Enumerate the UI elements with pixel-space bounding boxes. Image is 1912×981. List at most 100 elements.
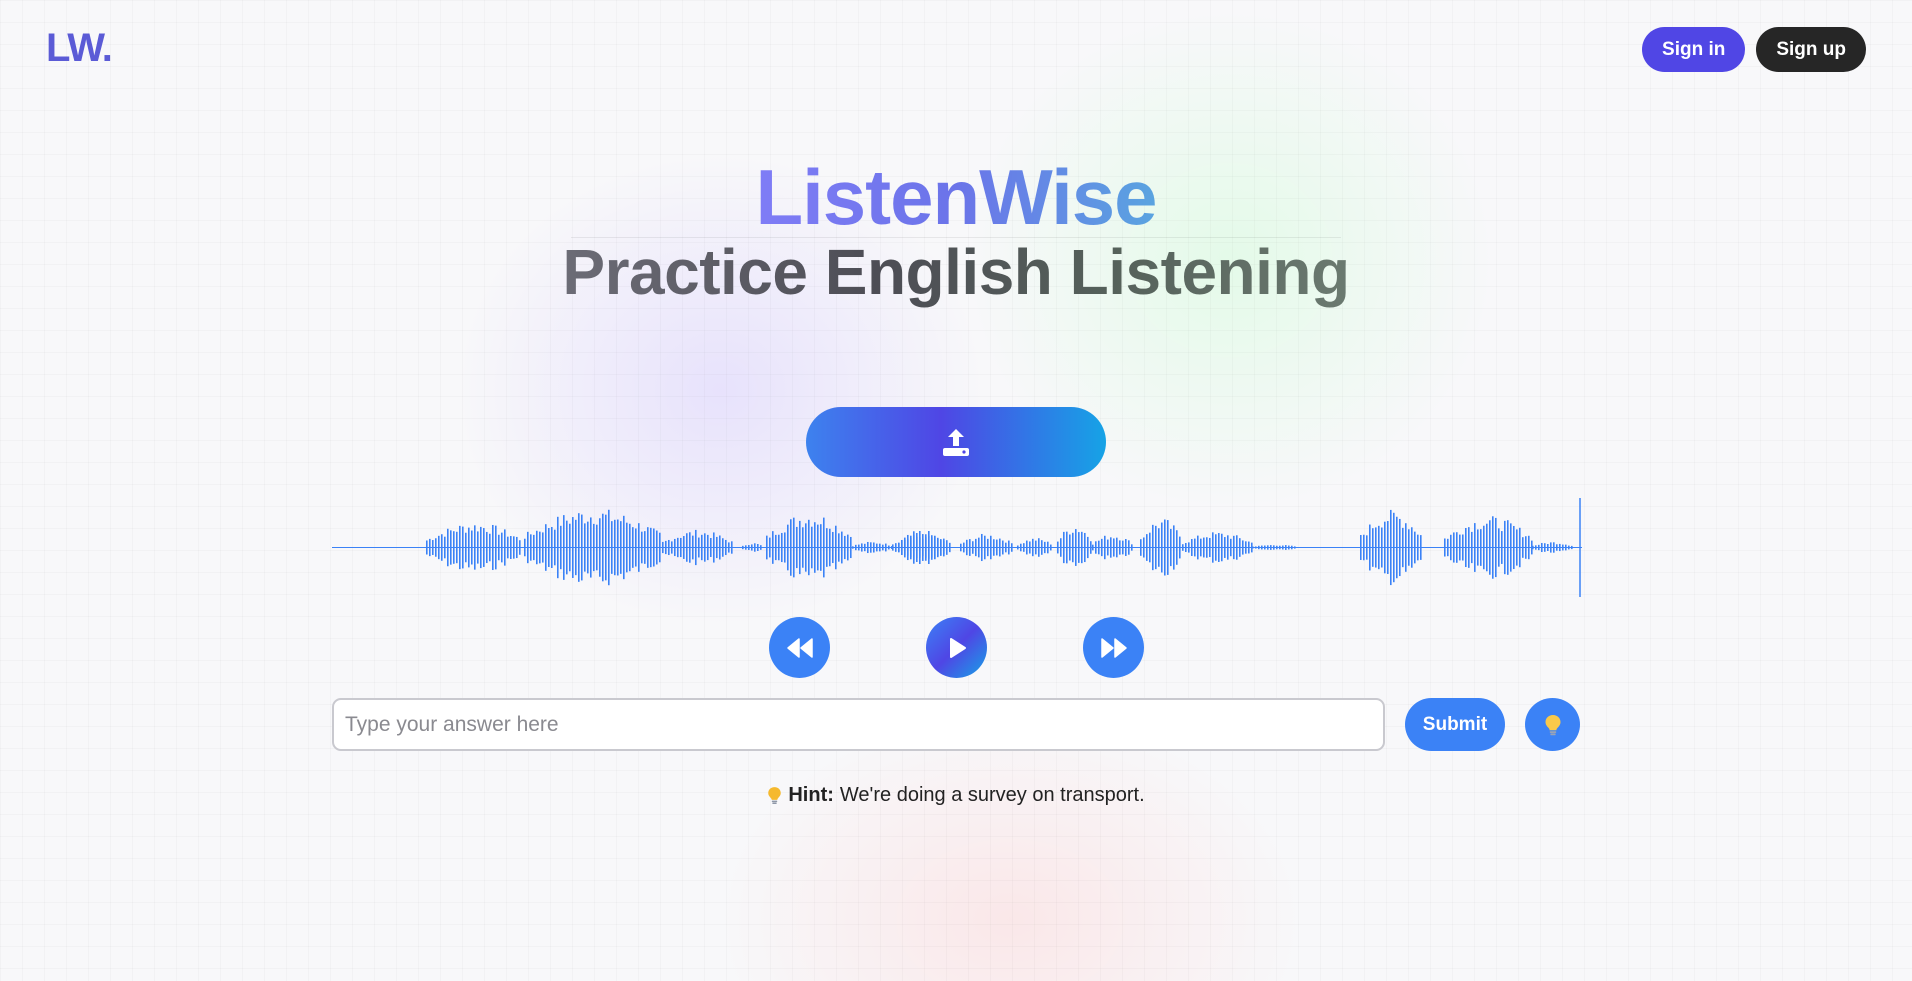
waveform-bar	[1486, 523, 1488, 572]
waveform-bar	[1489, 520, 1491, 575]
waveform-bar	[477, 531, 479, 564]
waveform-bar	[719, 535, 721, 560]
waveform-bar	[581, 514, 583, 581]
waveform-bar	[468, 527, 470, 568]
waveform-bar	[1378, 525, 1380, 570]
waveform-bar	[486, 531, 488, 564]
waveform-bar	[1528, 535, 1530, 560]
waveform-bar	[713, 532, 715, 563]
waveform-bar	[1107, 539, 1109, 556]
waveform-bar	[1453, 532, 1455, 563]
waveform-bar	[1087, 536, 1089, 559]
waveform-bar	[760, 545, 762, 550]
waveform-bar	[888, 545, 890, 550]
play-button[interactable]	[926, 617, 987, 678]
waveform-bar	[928, 531, 930, 564]
waveform-bar	[438, 535, 440, 560]
waveform-bar	[814, 522, 816, 573]
waveform-bar	[1060, 538, 1062, 557]
waveform-bar	[1270, 545, 1272, 550]
waveform-bar	[1179, 536, 1181, 559]
waveform-bar	[799, 520, 801, 575]
fast-forward-button[interactable]	[1083, 617, 1144, 678]
waveform-bar	[1501, 531, 1503, 564]
waveform-bar	[731, 541, 733, 554]
waveform-bar	[990, 535, 992, 560]
waveform-bar	[1369, 524, 1371, 571]
waveform-bar	[925, 537, 927, 558]
waveform-bar	[1188, 542, 1190, 553]
submit-button[interactable]: Submit	[1405, 698, 1505, 751]
waveform-bar	[593, 523, 595, 572]
waveform-bar	[539, 531, 541, 564]
waveform-bar	[916, 533, 918, 562]
waveform-bar	[698, 537, 700, 558]
waveform-bar	[898, 542, 900, 553]
waveform-bar	[1396, 516, 1398, 579]
waveform-bar	[1101, 538, 1103, 557]
waveform-bar	[1384, 521, 1386, 574]
waveform-bar	[1200, 538, 1202, 557]
waveform-bar	[1273, 545, 1275, 550]
waveform-bar	[1553, 542, 1555, 553]
waveform-bar	[1078, 532, 1080, 563]
waveform-bar	[677, 537, 679, 558]
waveform-bar	[1381, 527, 1383, 568]
waveform-bar	[1050, 544, 1052, 551]
audio-waveform[interactable]	[332, 495, 1582, 600]
waveform-bar	[949, 542, 951, 553]
waveform-bar	[1519, 527, 1521, 568]
waveform-bar	[805, 523, 807, 572]
hint-button[interactable]	[1525, 698, 1580, 751]
upload-button[interactable]	[806, 407, 1106, 477]
lightbulb-icon	[1545, 714, 1560, 735]
waveform-bar	[1417, 534, 1419, 561]
waveform-bar	[689, 532, 691, 563]
waveform-bar	[519, 540, 521, 555]
waveform-bar	[978, 537, 980, 558]
waveform-bar	[864, 543, 866, 552]
waveform-bar	[599, 518, 601, 577]
waveform-bar	[757, 544, 759, 551]
waveform-bar	[1041, 540, 1043, 555]
waveform-bar	[501, 532, 503, 563]
waveform-bar	[934, 535, 936, 560]
waveform-bar	[1236, 535, 1238, 560]
waveform-bar	[1215, 534, 1217, 561]
sign-in-button[interactable]: Sign in	[1642, 27, 1746, 72]
waveform-bar	[1113, 538, 1115, 557]
waveform-bar	[1125, 539, 1127, 556]
waveform-bar	[1544, 543, 1546, 552]
waveform-bar	[596, 524, 598, 571]
waveform-bar	[829, 528, 831, 567]
waveform-bar	[826, 528, 828, 567]
waveform-bar	[1366, 535, 1368, 560]
waveform-bar	[844, 535, 846, 560]
waveform-bar	[769, 537, 771, 558]
rewind-button[interactable]	[769, 617, 830, 678]
waveform-bar	[572, 517, 574, 578]
logo[interactable]: LW.	[46, 26, 113, 71]
waveform-bar	[873, 542, 875, 553]
waveform-bar	[1408, 529, 1410, 566]
waveform-bar	[641, 531, 643, 564]
hero-subtitle-text: Practice English Listening	[562, 236, 1350, 308]
waveform-bar	[1279, 545, 1281, 550]
waveform-bar	[1258, 545, 1260, 550]
waveform-bar	[459, 525, 461, 570]
waveform-bar	[602, 513, 604, 582]
waveform-bar	[704, 533, 706, 562]
waveform-bar	[820, 524, 822, 571]
waveform-bar	[975, 538, 977, 557]
waveform-bar	[742, 545, 744, 550]
sign-up-button[interactable]: Sign up	[1756, 27, 1866, 72]
waveform-bar	[707, 534, 709, 561]
waveform-bar	[632, 527, 634, 568]
waveform-bar	[617, 519, 619, 576]
waveform-bar	[510, 536, 512, 559]
waveform-bar	[527, 531, 529, 564]
waveform-bar	[1057, 541, 1059, 554]
waveform-bar	[623, 515, 625, 580]
waveform-bar	[656, 530, 658, 565]
answer-input[interactable]	[332, 698, 1385, 751]
